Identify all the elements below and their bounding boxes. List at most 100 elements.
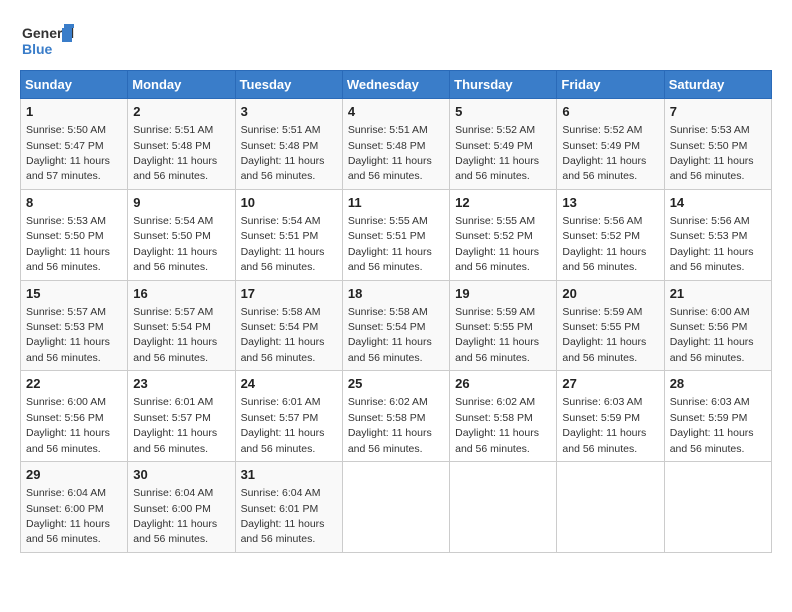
day-info: Sunrise: 5:54 AMSunset: 5:51 PMDaylight:…	[241, 215, 325, 273]
calendar-cell: 26 Sunrise: 6:02 AMSunset: 5:58 PMDaylig…	[450, 371, 557, 462]
calendar-table: SundayMondayTuesdayWednesdayThursdayFrid…	[20, 70, 772, 553]
day-info: Sunrise: 5:55 AMSunset: 5:52 PMDaylight:…	[455, 215, 539, 273]
calendar-cell	[664, 462, 771, 553]
day-info: Sunrise: 5:52 AMSunset: 5:49 PMDaylight:…	[455, 124, 539, 182]
calendar-week-1: 1 Sunrise: 5:50 AMSunset: 5:47 PMDayligh…	[21, 99, 772, 190]
calendar-cell: 21 Sunrise: 6:00 AMSunset: 5:56 PMDaylig…	[664, 280, 771, 371]
calendar-cell: 4 Sunrise: 5:51 AMSunset: 5:48 PMDayligh…	[342, 99, 449, 190]
day-info: Sunrise: 5:53 AMSunset: 5:50 PMDaylight:…	[26, 215, 110, 273]
day-info: Sunrise: 5:51 AMSunset: 5:48 PMDaylight:…	[133, 124, 217, 182]
calendar-cell: 6 Sunrise: 5:52 AMSunset: 5:49 PMDayligh…	[557, 99, 664, 190]
calendar-cell: 2 Sunrise: 5:51 AMSunset: 5:48 PMDayligh…	[128, 99, 235, 190]
day-number: 22	[26, 375, 122, 393]
header-day-monday: Monday	[128, 71, 235, 99]
day-info: Sunrise: 6:04 AMSunset: 6:01 PMDaylight:…	[241, 487, 325, 545]
calendar-week-3: 15 Sunrise: 5:57 AMSunset: 5:53 PMDaylig…	[21, 280, 772, 371]
day-number: 12	[455, 194, 551, 212]
calendar-cell: 17 Sunrise: 5:58 AMSunset: 5:54 PMDaylig…	[235, 280, 342, 371]
day-info: Sunrise: 5:50 AMSunset: 5:47 PMDaylight:…	[26, 124, 110, 182]
day-number: 25	[348, 375, 444, 393]
calendar-cell: 11 Sunrise: 5:55 AMSunset: 5:51 PMDaylig…	[342, 189, 449, 280]
day-info: Sunrise: 6:03 AMSunset: 5:59 PMDaylight:…	[670, 396, 754, 454]
calendar-cell	[342, 462, 449, 553]
day-info: Sunrise: 6:00 AMSunset: 5:56 PMDaylight:…	[670, 306, 754, 364]
calendar-week-5: 29 Sunrise: 6:04 AMSunset: 6:00 PMDaylig…	[21, 462, 772, 553]
day-info: Sunrise: 6:04 AMSunset: 6:00 PMDaylight:…	[133, 487, 217, 545]
day-number: 7	[670, 103, 766, 121]
day-number: 18	[348, 285, 444, 303]
day-number: 13	[562, 194, 658, 212]
day-number: 21	[670, 285, 766, 303]
calendar-cell	[557, 462, 664, 553]
day-info: Sunrise: 6:01 AMSunset: 5:57 PMDaylight:…	[241, 396, 325, 454]
calendar-cell: 25 Sunrise: 6:02 AMSunset: 5:58 PMDaylig…	[342, 371, 449, 462]
day-number: 11	[348, 194, 444, 212]
header-day-saturday: Saturday	[664, 71, 771, 99]
day-info: Sunrise: 5:54 AMSunset: 5:50 PMDaylight:…	[133, 215, 217, 273]
calendar-cell: 12 Sunrise: 5:55 AMSunset: 5:52 PMDaylig…	[450, 189, 557, 280]
day-number: 8	[26, 194, 122, 212]
day-info: Sunrise: 5:56 AMSunset: 5:52 PMDaylight:…	[562, 215, 646, 273]
header-day-tuesday: Tuesday	[235, 71, 342, 99]
day-number: 4	[348, 103, 444, 121]
day-number: 15	[26, 285, 122, 303]
calendar-cell: 19 Sunrise: 5:59 AMSunset: 5:55 PMDaylig…	[450, 280, 557, 371]
calendar-cell: 20 Sunrise: 5:59 AMSunset: 5:55 PMDaylig…	[557, 280, 664, 371]
calendar-cell: 24 Sunrise: 6:01 AMSunset: 5:57 PMDaylig…	[235, 371, 342, 462]
day-number: 20	[562, 285, 658, 303]
day-info: Sunrise: 5:56 AMSunset: 5:53 PMDaylight:…	[670, 215, 754, 273]
day-info: Sunrise: 5:58 AMSunset: 5:54 PMDaylight:…	[241, 306, 325, 364]
day-number: 16	[133, 285, 229, 303]
day-info: Sunrise: 6:02 AMSunset: 5:58 PMDaylight:…	[455, 396, 539, 454]
day-info: Sunrise: 5:53 AMSunset: 5:50 PMDaylight:…	[670, 124, 754, 182]
calendar-cell: 3 Sunrise: 5:51 AMSunset: 5:48 PMDayligh…	[235, 99, 342, 190]
day-info: Sunrise: 5:59 AMSunset: 5:55 PMDaylight:…	[562, 306, 646, 364]
calendar-cell: 10 Sunrise: 5:54 AMSunset: 5:51 PMDaylig…	[235, 189, 342, 280]
day-number: 9	[133, 194, 229, 212]
day-info: Sunrise: 5:58 AMSunset: 5:54 PMDaylight:…	[348, 306, 432, 364]
calendar-cell: 7 Sunrise: 5:53 AMSunset: 5:50 PMDayligh…	[664, 99, 771, 190]
day-info: Sunrise: 5:55 AMSunset: 5:51 PMDaylight:…	[348, 215, 432, 273]
day-info: Sunrise: 5:57 AMSunset: 5:54 PMDaylight:…	[133, 306, 217, 364]
calendar-cell: 31 Sunrise: 6:04 AMSunset: 6:01 PMDaylig…	[235, 462, 342, 553]
calendar-week-4: 22 Sunrise: 6:00 AMSunset: 5:56 PMDaylig…	[21, 371, 772, 462]
calendar-cell: 18 Sunrise: 5:58 AMSunset: 5:54 PMDaylig…	[342, 280, 449, 371]
day-info: Sunrise: 5:51 AMSunset: 5:48 PMDaylight:…	[241, 124, 325, 182]
header-day-sunday: Sunday	[21, 71, 128, 99]
page-header: General Blue	[20, 20, 772, 60]
day-number: 28	[670, 375, 766, 393]
day-number: 23	[133, 375, 229, 393]
day-number: 17	[241, 285, 337, 303]
day-info: Sunrise: 6:04 AMSunset: 6:00 PMDaylight:…	[26, 487, 110, 545]
day-number: 27	[562, 375, 658, 393]
day-number: 6	[562, 103, 658, 121]
calendar-cell: 8 Sunrise: 5:53 AMSunset: 5:50 PMDayligh…	[21, 189, 128, 280]
day-number: 3	[241, 103, 337, 121]
header-day-thursday: Thursday	[450, 71, 557, 99]
calendar-cell: 23 Sunrise: 6:01 AMSunset: 5:57 PMDaylig…	[128, 371, 235, 462]
svg-text:Blue: Blue	[22, 41, 53, 57]
header-day-friday: Friday	[557, 71, 664, 99]
calendar-body: 1 Sunrise: 5:50 AMSunset: 5:47 PMDayligh…	[21, 99, 772, 553]
calendar-cell: 15 Sunrise: 5:57 AMSunset: 5:53 PMDaylig…	[21, 280, 128, 371]
day-number: 14	[670, 194, 766, 212]
day-number: 31	[241, 466, 337, 484]
day-number: 1	[26, 103, 122, 121]
day-info: Sunrise: 6:01 AMSunset: 5:57 PMDaylight:…	[133, 396, 217, 454]
day-number: 5	[455, 103, 551, 121]
calendar-cell: 29 Sunrise: 6:04 AMSunset: 6:00 PMDaylig…	[21, 462, 128, 553]
calendar-week-2: 8 Sunrise: 5:53 AMSunset: 5:50 PMDayligh…	[21, 189, 772, 280]
calendar-cell: 1 Sunrise: 5:50 AMSunset: 5:47 PMDayligh…	[21, 99, 128, 190]
header-day-wednesday: Wednesday	[342, 71, 449, 99]
day-info: Sunrise: 6:00 AMSunset: 5:56 PMDaylight:…	[26, 396, 110, 454]
calendar-header: SundayMondayTuesdayWednesdayThursdayFrid…	[21, 71, 772, 99]
day-number: 29	[26, 466, 122, 484]
calendar-cell: 9 Sunrise: 5:54 AMSunset: 5:50 PMDayligh…	[128, 189, 235, 280]
header-row: SundayMondayTuesdayWednesdayThursdayFrid…	[21, 71, 772, 99]
day-info: Sunrise: 5:52 AMSunset: 5:49 PMDaylight:…	[562, 124, 646, 182]
calendar-cell: 5 Sunrise: 5:52 AMSunset: 5:49 PMDayligh…	[450, 99, 557, 190]
calendar-cell: 28 Sunrise: 6:03 AMSunset: 5:59 PMDaylig…	[664, 371, 771, 462]
day-number: 2	[133, 103, 229, 121]
calendar-cell: 14 Sunrise: 5:56 AMSunset: 5:53 PMDaylig…	[664, 189, 771, 280]
calendar-cell: 22 Sunrise: 6:00 AMSunset: 5:56 PMDaylig…	[21, 371, 128, 462]
